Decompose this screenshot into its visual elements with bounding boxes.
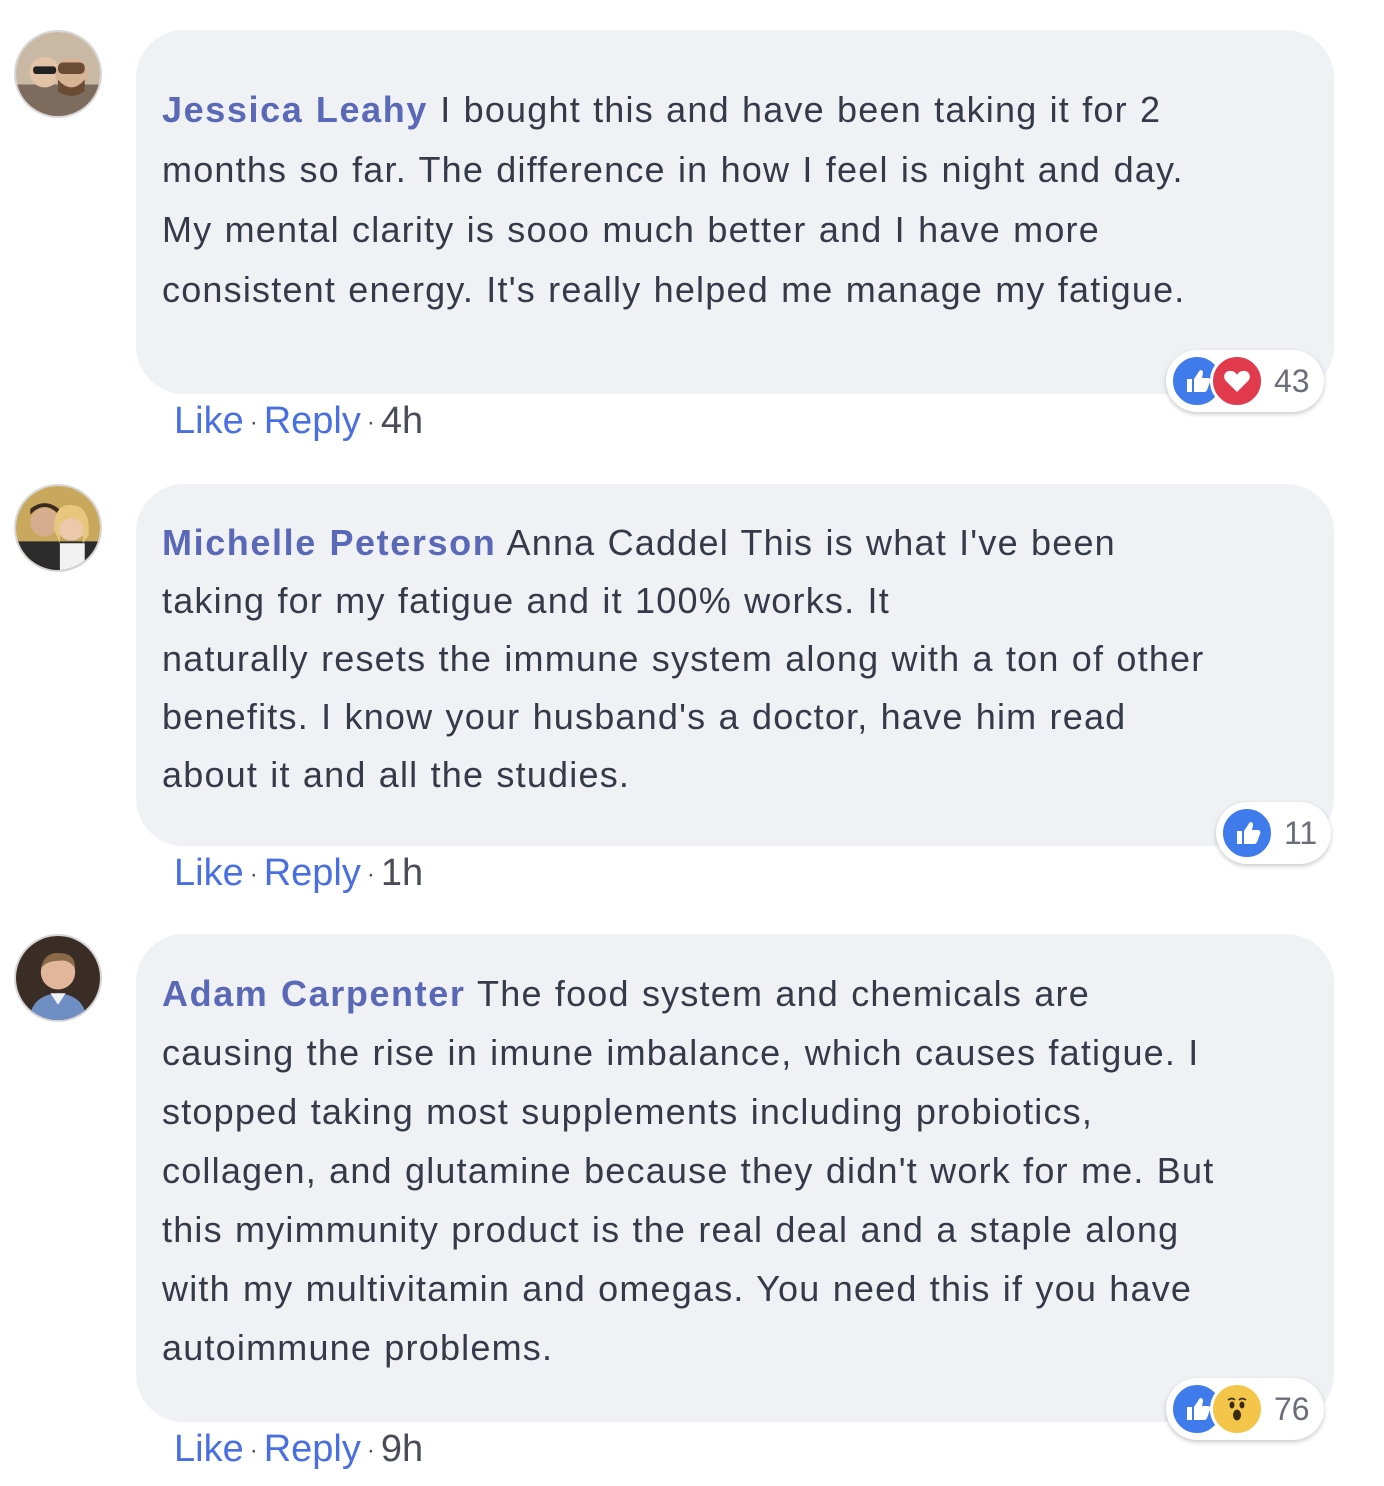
comment-actions: Like · Reply · 4h: [174, 400, 423, 443]
love-icon: [1210, 354, 1264, 408]
reply-button[interactable]: Reply: [264, 400, 361, 442]
wow-icon: [1210, 1382, 1264, 1436]
avatar-photo: [16, 486, 100, 570]
timestamp[interactable]: 9h: [381, 1428, 423, 1470]
comment-bubble: Jessica Leahy I bought this and have bee…: [136, 30, 1334, 394]
reaction-summary[interactable]: 76: [1166, 1378, 1324, 1440]
avatar[interactable]: [14, 484, 102, 572]
author-name[interactable]: Michelle Peterson: [162, 522, 496, 563]
avatar-photo: [16, 936, 100, 1020]
comment-bubble: Adam Carpenter The food system and chemi…: [136, 934, 1334, 1422]
separator: ·: [366, 860, 375, 888]
separator: ·: [249, 1436, 258, 1464]
reply-button[interactable]: Reply: [264, 1428, 361, 1470]
reaction-summary[interactable]: 11: [1216, 802, 1332, 864]
reaction-count: 43: [1274, 362, 1310, 399]
timestamp[interactable]: 4h: [381, 400, 423, 442]
comment-actions: Like · Reply · 9h: [174, 1428, 423, 1471]
reaction-summary[interactable]: 43: [1166, 350, 1324, 412]
comment-text: Adam Carpenter The food system and chemi…: [162, 973, 1215, 1368]
avatar[interactable]: [14, 30, 102, 118]
reaction-count: 76: [1274, 1390, 1310, 1427]
comment-bubble: Michelle Peterson Anna Caddel This is wh…: [136, 484, 1334, 846]
like-button[interactable]: Like: [174, 852, 244, 894]
separator: ·: [249, 860, 258, 888]
comment-text: Jessica Leahy I bought this and have bee…: [162, 89, 1186, 310]
separator: ·: [366, 1436, 375, 1464]
separator: ·: [249, 408, 258, 436]
like-button[interactable]: Like: [174, 1428, 244, 1470]
author-name[interactable]: Jessica Leahy: [162, 89, 428, 130]
reaction-count: 11: [1284, 814, 1318, 851]
avatar-photo: [16, 32, 100, 116]
reply-button[interactable]: Reply: [264, 852, 361, 894]
separator: ·: [366, 408, 375, 436]
author-name[interactable]: Adam Carpenter: [162, 973, 465, 1014]
comment-text: Michelle Peterson Anna Caddel This is wh…: [162, 522, 1205, 795]
timestamp[interactable]: 1h: [381, 852, 423, 894]
like-button[interactable]: Like: [174, 400, 244, 442]
comment-actions: Like · Reply · 1h: [174, 852, 423, 895]
avatar[interactable]: [14, 934, 102, 1022]
like-icon: [1220, 806, 1274, 860]
